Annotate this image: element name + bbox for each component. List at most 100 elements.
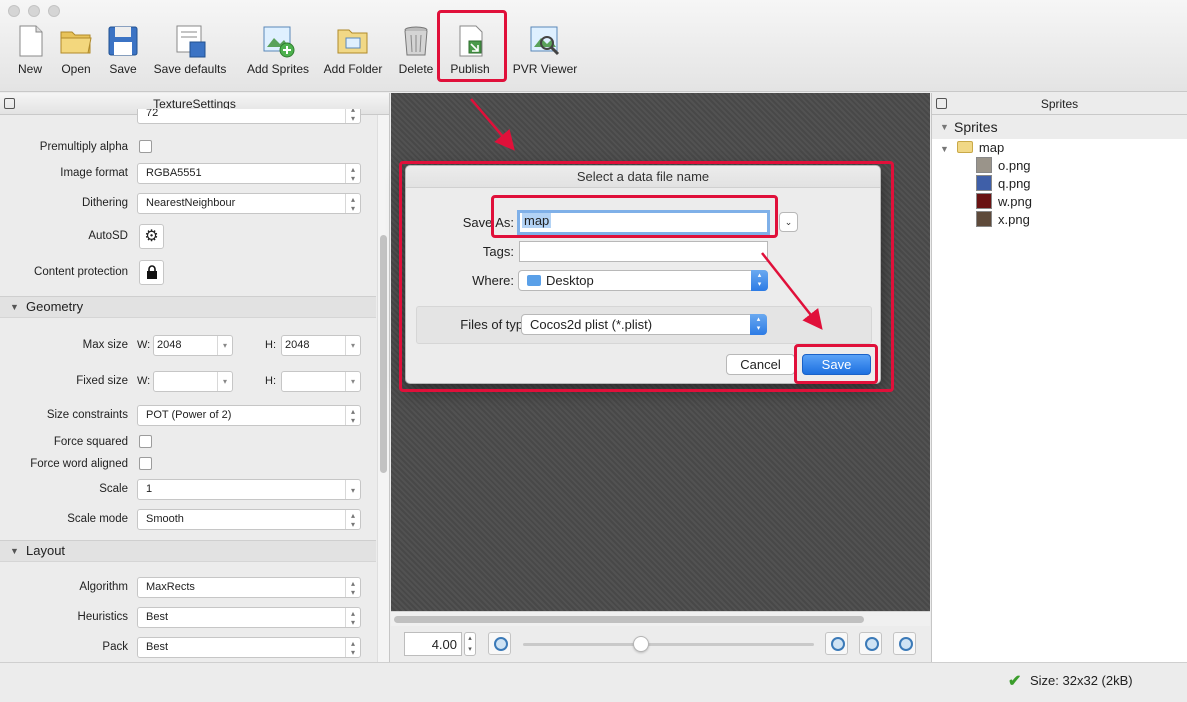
- zoom-actual-size-button[interactable]: [859, 632, 882, 655]
- sprites-header: Sprites: [932, 93, 1187, 115]
- dithering-select[interactable]: NearestNeighbour ▴ ▾: [137, 193, 361, 214]
- sprites-panel: Sprites ▼ Sprites ▼ map o.png q.png w.png…: [931, 93, 1187, 662]
- add-sprites-button-label: Add Sprites: [246, 62, 310, 76]
- open-button[interactable]: Open: [58, 24, 94, 80]
- autosd-label: AutoSD: [88, 230, 128, 242]
- fixed-width-label: W:: [137, 375, 151, 387]
- sprite-item[interactable]: x.png: [976, 211, 1030, 229]
- zoom-stepper[interactable]: ▴ ▾: [464, 632, 476, 656]
- checkmark-icon: ✔: [1008, 673, 1022, 690]
- publish-button-label: Publish: [450, 62, 490, 76]
- sprite-item[interactable]: o.png: [976, 157, 1031, 175]
- undock-icon[interactable]: [936, 98, 947, 109]
- zoom-window-button[interactable]: [48, 5, 60, 17]
- new-button[interactable]: New: [12, 24, 48, 80]
- size-constraints-select[interactable]: POT (Power of 2) ▴ ▾: [137, 405, 361, 426]
- save-defaults-button[interactable]: Save defaults: [154, 24, 226, 80]
- publish-button[interactable]: Publish: [449, 24, 491, 80]
- zoom-out-button[interactable]: [488, 632, 511, 655]
- chevron-down-icon: ▾: [345, 336, 360, 355]
- canvas-horizontal-scrollbar[interactable]: [391, 611, 930, 626]
- zoom-input[interactable]: 4.00: [404, 632, 462, 656]
- status-bar: ✔ Size: 32x32 (2kB): [0, 662, 1187, 702]
- sprite-item[interactable]: w.png: [976, 193, 1032, 211]
- max-width-label: W:: [137, 339, 151, 351]
- stepper-icon: ▴ ▾: [345, 109, 360, 123]
- save-as-input[interactable]: map: [517, 210, 770, 235]
- zoom-slider[interactable]: [523, 643, 814, 646]
- max-width-value: 2048: [157, 339, 182, 351]
- settings-scrollbar[interactable]: [377, 115, 389, 662]
- algorithm-value: MaxRects: [146, 581, 195, 593]
- chevron-updown-icon: ▴ ▾: [345, 608, 360, 627]
- files-of-type-select[interactable]: Cocos2d plist (*.plist) ▴ ▾: [521, 314, 767, 335]
- add-folder-button[interactable]: Add Folder: [324, 24, 382, 80]
- expand-dialog-button[interactable]: ⌄: [779, 212, 798, 232]
- max-width-input[interactable]: 2048 ▾: [153, 335, 233, 356]
- add-sprites-icon: [261, 24, 295, 58]
- folder-icon: [956, 141, 973, 153]
- fixed-size-row: Fixed size W: ▾ H: ▾: [0, 371, 376, 393]
- save-button[interactable]: Save: [105, 24, 141, 80]
- scale-mode-label: Scale mode: [67, 513, 128, 525]
- lock-icon: [146, 265, 157, 279]
- max-height-input[interactable]: 2048 ▾: [281, 335, 361, 356]
- where-label: Where:: [472, 273, 514, 288]
- dpi-row: 72 ▴ ▾: [0, 109, 376, 125]
- zoom-fit-button[interactable]: [893, 632, 916, 655]
- sprite-label: q.png: [998, 176, 1031, 191]
- add-folder-icon: [336, 24, 370, 58]
- save-disk-icon: [106, 24, 140, 58]
- autosd-gear-button[interactable]: ⚙: [139, 224, 164, 249]
- dpi-input[interactable]: 72 ▴ ▾: [137, 109, 361, 124]
- add-sprites-button[interactable]: Add Sprites: [247, 24, 309, 80]
- minimize-window-button[interactable]: [28, 5, 40, 17]
- sprite-item[interactable]: q.png: [976, 175, 1031, 193]
- premultiply-alpha-checkbox[interactable]: [139, 140, 152, 153]
- force-squared-label: Force squared: [53, 436, 128, 448]
- heuristics-select[interactable]: Best ▴ ▾: [137, 607, 361, 628]
- cancel-button[interactable]: Cancel: [726, 354, 795, 375]
- new-button-label: New: [17, 62, 42, 76]
- where-select[interactable]: Desktop ▴ ▾: [518, 270, 768, 291]
- folder-map-label: map: [978, 140, 1005, 155]
- zoom-in-button[interactable]: [825, 632, 848, 655]
- fixed-width-input[interactable]: ▾: [153, 371, 233, 392]
- max-height-label: H:: [265, 339, 276, 351]
- trash-icon: [399, 24, 433, 58]
- chevron-down-icon: ▾: [217, 372, 232, 391]
- open-folder-icon: [59, 24, 93, 58]
- force-word-aligned-row: Force word aligned: [0, 454, 376, 476]
- image-format-select[interactable]: RGBA5551 ▴ ▾: [137, 163, 361, 184]
- folder-map-item[interactable]: ▼ map: [940, 139, 1004, 157]
- sprite-label: w.png: [998, 194, 1032, 209]
- delete-button[interactable]: Delete: [398, 24, 434, 80]
- pack-select[interactable]: Best ▴ ▾: [137, 637, 361, 658]
- pvr-viewer-button[interactable]: PVR Viewer: [513, 24, 577, 80]
- geometry-section-title: Geometry: [26, 299, 84, 314]
- save-dialog: Select a data file name Save As: map ⌄ T…: [405, 165, 881, 384]
- geometry-section-header[interactable]: ▼ Geometry: [0, 296, 376, 318]
- algorithm-select[interactable]: MaxRects ▴ ▾: [137, 577, 361, 598]
- dithering-label: Dithering: [81, 197, 128, 209]
- undock-icon[interactable]: [4, 98, 15, 109]
- close-window-button[interactable]: [8, 5, 20, 17]
- toolbar: New Open Save Save defaults Add Sprites …: [0, 0, 1187, 92]
- sprites-root-item[interactable]: ▼ Sprites: [932, 115, 1187, 139]
- files-of-type-value: Cocos2d plist (*.plist): [530, 317, 653, 332]
- scale-input[interactable]: 1 ▾: [137, 479, 361, 500]
- scrollbar-thumb[interactable]: [394, 616, 864, 623]
- zoom-slider-knob[interactable]: [633, 636, 649, 652]
- dialog-save-button[interactable]: Save: [802, 354, 871, 375]
- save-as-value: map: [522, 213, 552, 228]
- force-squared-checkbox[interactable]: [139, 435, 152, 448]
- sprite-thumbnail-icon: [976, 211, 992, 227]
- scrollbar-thumb[interactable]: [380, 235, 387, 473]
- content-protection-button[interactable]: [139, 260, 164, 285]
- fixed-height-input[interactable]: ▾: [281, 371, 361, 392]
- scale-mode-select[interactable]: Smooth ▴ ▾: [137, 509, 361, 530]
- tags-input[interactable]: [519, 241, 768, 262]
- force-word-aligned-checkbox[interactable]: [139, 457, 152, 470]
- layout-section-header[interactable]: ▼ Layout: [0, 540, 376, 562]
- new-document-icon: [13, 24, 47, 58]
